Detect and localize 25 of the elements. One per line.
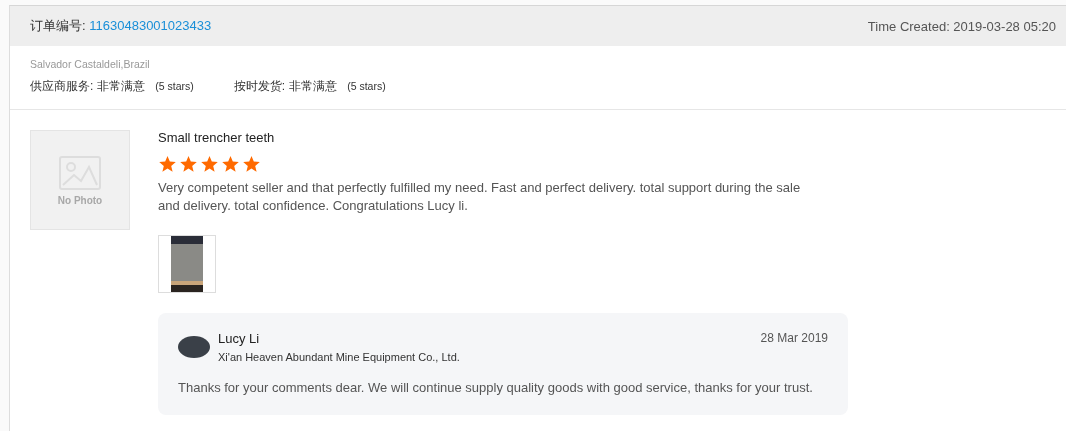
star-icon [242, 155, 261, 173]
buyer-name-location: Salvador Castaldeli,Brazil [30, 58, 151, 70]
reply-company: Xi'an Heaven Abundant Mine Equipment Co., Ltd. [218, 351, 461, 363]
star-icon [158, 155, 177, 173]
reply-date: 28 Mar 2019 [760, 331, 828, 345]
photo-placeholder [171, 236, 203, 292]
no-photo-text: No Photo [57, 194, 103, 206]
star-icon [200, 155, 219, 173]
star-icon [221, 155, 240, 173]
rating-value: 非常满意 [289, 78, 338, 95]
rating-label: 供应商服务: [30, 78, 94, 95]
star-icon [179, 155, 198, 173]
review-text: Very competent seller and that perfectly fulfilled my need. Fast and perfect delivery. total support during the sale and delivery. total confidence. Congratulations Lucy li. [158, 179, 802, 215]
time-created: Time Created: 2019-03-28 05:20 [867, 18, 1056, 34]
rating-stars-text: (5 stars) [347, 80, 386, 92]
reply-author: Lucy Li [218, 331, 261, 346]
order-number-label: 订单编号: [30, 18, 86, 33]
review-photo-thumbnail[interactable] [158, 235, 216, 293]
avatar [178, 336, 210, 358]
rating-value: 非常满意 [97, 78, 146, 95]
rating-label: 按时发货: [233, 78, 286, 95]
rating-stars-text: (5 stars) [155, 80, 194, 92]
order-number-link[interactable]: 11630483001023433 [89, 18, 212, 33]
reply-text: Thanks for your comments dear. We will continue supply quality goods with good service, thanks for your trust. [178, 379, 814, 397]
product-name: Small trencher teeth [158, 130, 276, 145]
